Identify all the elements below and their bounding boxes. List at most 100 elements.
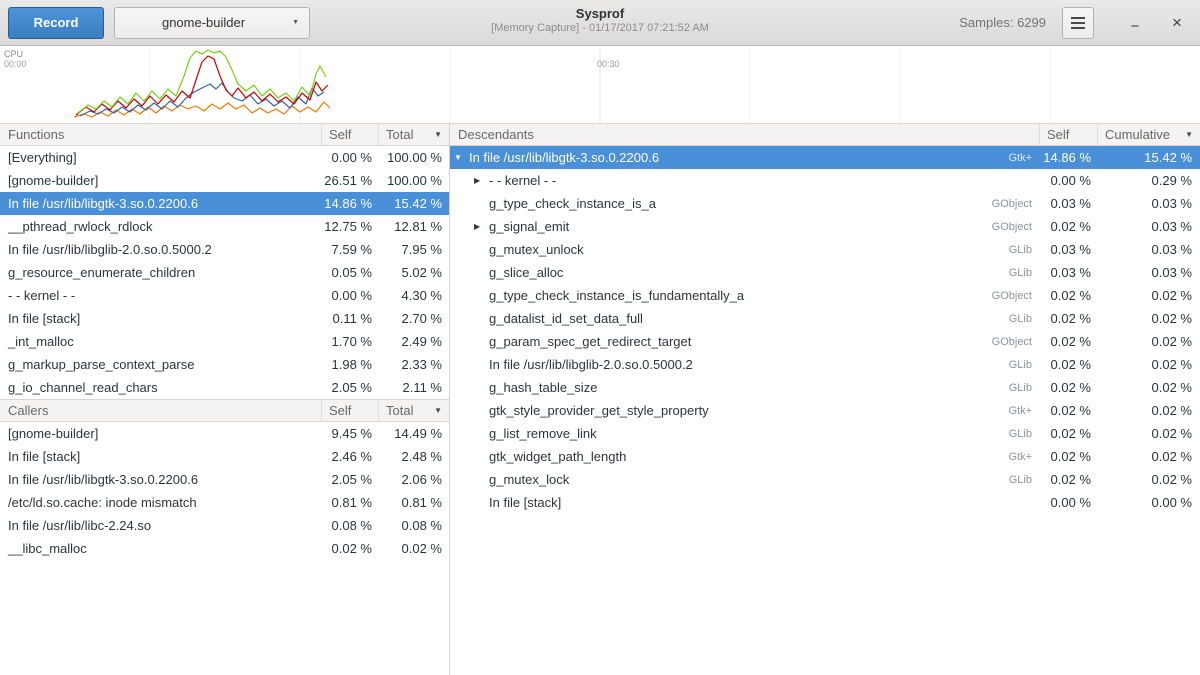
function-name-label: g_datalist_id_set_data_full: [489, 311, 643, 326]
descendants-row[interactable]: In file [stack]0.00 %0.00 %: [450, 491, 1200, 514]
timeline-tick-start: 00:00: [4, 60, 27, 69]
category-label: GLib: [1009, 428, 1040, 440]
functions-self-column-header[interactable]: Self: [322, 124, 379, 145]
cpu-line-green: [78, 50, 326, 113]
callers-column-header[interactable]: Callers: [0, 400, 322, 421]
cell-function-name: ▶- - kernel - -: [450, 173, 1040, 188]
target-combobox[interactable]: gnome-builder ▼: [114, 7, 310, 39]
function-name-label: In file [stack]: [489, 495, 561, 510]
descendants-row[interactable]: In file /usr/lib/libglib-2.0.so.0.5000.2…: [450, 353, 1200, 376]
cell-function-name: g_datalist_id_set_data_full GLib: [450, 311, 1040, 326]
descendants-row[interactable]: ▶g_signal_emitGObject0.02 %0.03 %: [450, 215, 1200, 238]
category-label: Gtk+: [1008, 152, 1040, 164]
descendants-row[interactable]: g_slice_allocGLib0.03 %0.03 %: [450, 261, 1200, 284]
descendants-row[interactable]: g_list_remove_linkGLib0.02 %0.02 %: [450, 422, 1200, 445]
sort-indicator-icon: ▼: [434, 406, 442, 415]
record-button[interactable]: Record: [8, 7, 104, 39]
cell-self-percent: 0.02 %: [1040, 449, 1098, 464]
cell-function-name: g_type_check_instance_is_aGObject: [450, 196, 1040, 211]
cell-self-percent: 2.46 %: [322, 449, 379, 464]
functions-row[interactable]: - - kernel - -0.00 %4.30 %: [0, 284, 449, 307]
cumulative-column-label: Cumulative: [1105, 127, 1170, 142]
cell-self-percent: 14.86 %: [1040, 150, 1098, 165]
callers-row[interactable]: [gnome-builder]9.45 %14.49 %: [0, 422, 449, 445]
self-column-label: Self: [329, 127, 351, 142]
callers-row[interactable]: /etc/ld.so.cache: inode mismatch0.81 %0.…: [0, 491, 449, 514]
cell-self-percent: 0.81 %: [322, 495, 379, 510]
functions-row[interactable]: g_markup_parse_context_parse1.98 %2.33 %: [0, 353, 449, 376]
callers-row[interactable]: In file /usr/lib/libgtk-3.so.0.2200.62.0…: [0, 468, 449, 491]
descendants-row[interactable]: g_mutex_lockGLib0.02 %0.02 %: [450, 468, 1200, 491]
functions-row[interactable]: g_io_channel_read_chars2.05 %2.11 %: [0, 376, 449, 399]
cell-total-percent: 100.00 %: [379, 173, 449, 188]
functions-row[interactable]: __pthread_rwlock_rdlock12.75 %12.81 %: [0, 215, 449, 238]
descendants-row[interactable]: ▼In file /usr/lib/libgtk-3.so.0.2200.6Gt…: [450, 146, 1200, 169]
cell-function-name: /etc/ld.so.cache: inode mismatch: [0, 495, 322, 510]
functions-row[interactable]: [gnome-builder]26.51 %100.00 %: [0, 169, 449, 192]
descendants-cumulative-column-header[interactable]: Cumulative ▼: [1098, 124, 1200, 145]
cell-total-percent: 2.33 %: [379, 357, 449, 372]
category-label: GLib: [1009, 313, 1040, 325]
cell-function-name: g_type_check_instance_is_fundamentally_a…: [450, 288, 1040, 303]
descendants-row[interactable]: g_hash_table_sizeGLib0.02 %0.02 %: [450, 376, 1200, 399]
cell-self-percent: 14.86 %: [322, 196, 379, 211]
expander-closed-icon[interactable]: ▶: [474, 222, 489, 231]
cell-cumulative-percent: 15.42 %: [1098, 150, 1200, 165]
function-name-label: g_param_spec_get_redirect_target: [489, 334, 691, 349]
category-label: GObject: [992, 198, 1040, 210]
functions-row[interactable]: _int_malloc1.70 %2.49 %: [0, 330, 449, 353]
function-name-label: g_mutex_unlock: [489, 242, 584, 257]
functions-row[interactable]: In file /usr/lib/libglib-2.0.so.0.5000.2…: [0, 238, 449, 261]
descendants-column-header[interactable]: Descendants: [450, 124, 1040, 145]
functions-row[interactable]: [Everything]0.00 %100.00 %: [0, 146, 449, 169]
descendants-row[interactable]: gtk_style_provider_get_style_propertyGtk…: [450, 399, 1200, 422]
cell-function-name: [gnome-builder]: [0, 173, 322, 188]
descendants-row[interactable]: g_datalist_id_set_data_fullGLib0.02 %0.0…: [450, 307, 1200, 330]
cell-total-percent: 2.06 %: [379, 472, 449, 487]
minimize-button[interactable]: −: [1120, 8, 1150, 38]
callers-table-header: Callers Self Total ▼: [0, 399, 449, 422]
callers-self-column-header[interactable]: Self: [322, 400, 379, 421]
minimize-icon: −: [1131, 18, 1140, 35]
cpu-timeline-graph[interactable]: CPU 00:00 00:30: [0, 46, 1200, 123]
cell-self-percent: 0.02 %: [1040, 357, 1098, 372]
cell-function-name: _int_malloc: [0, 334, 322, 349]
close-button[interactable]: ×: [1162, 8, 1192, 38]
sort-indicator-icon: ▼: [434, 130, 442, 139]
descendants-row[interactable]: gtk_widget_path_lengthGtk+0.02 %0.02 %: [450, 445, 1200, 468]
cell-self-percent: 0.02 %: [1040, 334, 1098, 349]
descendants-row[interactable]: g_mutex_unlockGLib0.03 %0.03 %: [450, 238, 1200, 261]
cell-self-percent: 0.02 %: [1040, 472, 1098, 487]
functions-row[interactable]: In file /usr/lib/libgtk-3.so.0.2200.614.…: [0, 192, 449, 215]
menu-button[interactable]: [1062, 7, 1094, 39]
callers-total-column-header[interactable]: Total ▼: [379, 400, 449, 421]
callers-row[interactable]: In file /usr/lib/libc-2.24.so0.08 %0.08 …: [0, 514, 449, 537]
cell-self-percent: 7.59 %: [322, 242, 379, 257]
cell-cumulative-percent: 0.02 %: [1098, 449, 1200, 464]
header-bar: Record gnome-builder ▼ Sysprof [Memory C…: [0, 0, 1200, 46]
function-name-label: g_signal_emit: [489, 219, 569, 234]
cell-cumulative-percent: 0.02 %: [1098, 380, 1200, 395]
callers-row[interactable]: __libc_malloc0.02 %0.02 %: [0, 537, 449, 560]
expander-open-icon[interactable]: ▼: [454, 153, 469, 162]
cell-cumulative-percent: 0.02 %: [1098, 403, 1200, 418]
callers-row[interactable]: In file [stack]2.46 %2.48 %: [0, 445, 449, 468]
descendants-row[interactable]: g_param_spec_get_redirect_targetGObject0…: [450, 330, 1200, 353]
descendants-row[interactable]: g_type_check_instance_is_aGObject0.03 %0…: [450, 192, 1200, 215]
function-name-label: g_hash_table_size: [489, 380, 597, 395]
descendants-row[interactable]: g_type_check_instance_is_fundamentally_a…: [450, 284, 1200, 307]
cell-function-name: [gnome-builder]: [0, 426, 322, 441]
cell-self-percent: 0.00 %: [322, 150, 379, 165]
functions-row[interactable]: In file [stack]0.11 %2.70 %: [0, 307, 449, 330]
expander-closed-icon[interactable]: ▶: [474, 176, 489, 185]
cell-self-percent: 12.75 %: [322, 219, 379, 234]
functions-row[interactable]: g_resource_enumerate_children0.05 %5.02 …: [0, 261, 449, 284]
descendants-row[interactable]: ▶- - kernel - -0.00 %0.29 %: [450, 169, 1200, 192]
functions-total-column-header[interactable]: Total ▼: [379, 124, 449, 145]
descendants-self-column-header[interactable]: Self: [1040, 124, 1098, 145]
cell-total-percent: 15.42 %: [379, 196, 449, 211]
functions-column-header[interactable]: Functions: [0, 124, 322, 145]
callers-rows: [gnome-builder]9.45 %14.49 %In file [sta…: [0, 422, 449, 560]
cell-function-name: g_io_channel_read_chars: [0, 380, 322, 395]
cell-cumulative-percent: 0.03 %: [1098, 265, 1200, 280]
